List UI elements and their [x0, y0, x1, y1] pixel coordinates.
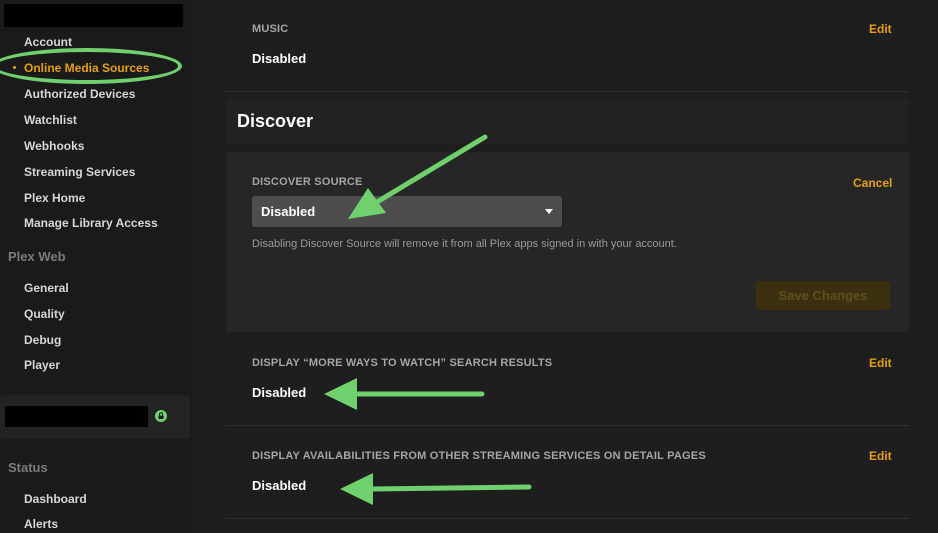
sidebar-item-dashboard[interactable]: Dashboard: [24, 492, 87, 506]
sidebar: Account Online Media Sources Authorized …: [0, 0, 193, 533]
availabilities-label: DISPLAY AVAILABILITIES FROM OTHER STREAM…: [252, 450, 706, 462]
section-heading-plex-web: Plex Web: [8, 249, 66, 264]
sidebar-item-plex-home[interactable]: Plex Home: [24, 191, 85, 205]
sidebar-item-manage-library-access[interactable]: Manage Library Access: [24, 216, 158, 230]
redacted-server-name: [4, 4, 183, 27]
discover-header-panel: [226, 99, 909, 143]
music-label: MUSIC: [252, 23, 289, 35]
divider: [226, 91, 909, 92]
sidebar-item-general[interactable]: General: [24, 281, 69, 295]
music-value: Disabled: [252, 51, 307, 66]
discover-source-help-text: Disabling Discover Source will remove it…: [252, 238, 677, 250]
sidebar-item-webhooks[interactable]: Webhooks: [24, 139, 84, 153]
music-edit-link[interactable]: Edit: [869, 22, 892, 36]
sidebar-item-player[interactable]: Player: [24, 358, 60, 372]
more-ways-label: DISPLAY “MORE WAYS TO WATCH” SEARCH RESU…: [252, 357, 553, 369]
availabilities-value: Disabled: [252, 478, 307, 493]
sidebar-item-account[interactable]: Account: [24, 35, 72, 49]
discover-source-selected-value: Disabled: [261, 204, 316, 219]
discover-title: Discover: [237, 111, 314, 131]
redacted-account-name: [5, 406, 148, 427]
cancel-link[interactable]: Cancel: [853, 176, 892, 190]
sidebar-item-quality[interactable]: Quality: [24, 307, 65, 321]
divider: [226, 518, 909, 519]
sidebar-item-streaming-services[interactable]: Streaming Services: [24, 165, 135, 179]
more-ways-edit-link[interactable]: Edit: [869, 356, 892, 370]
discover-source-select[interactable]: Disabled: [252, 196, 562, 227]
caret-down-icon: [545, 209, 553, 214]
settings-content: MUSIC Edit Disabled Discover DISCOVER SO…: [193, 0, 938, 533]
sidebar-item-watchlist[interactable]: Watchlist: [24, 113, 77, 127]
availabilities-edit-link[interactable]: Edit: [869, 449, 892, 463]
divider: [226, 425, 909, 426]
sidebar-item-authorized-devices[interactable]: Authorized Devices: [24, 87, 135, 101]
section-heading-status: Status: [8, 460, 48, 475]
sidebar-item-online-media-sources[interactable]: Online Media Sources: [24, 61, 149, 75]
active-indicator-dot: [13, 66, 16, 69]
discover-source-label: DISCOVER SOURCE: [252, 176, 363, 188]
sidebar-item-alerts[interactable]: Alerts: [24, 517, 58, 531]
more-ways-value: Disabled: [252, 385, 307, 400]
save-changes-button[interactable]: Save Changes: [756, 281, 890, 310]
lock-icon: [155, 410, 167, 422]
sidebar-item-debug[interactable]: Debug: [24, 333, 61, 347]
